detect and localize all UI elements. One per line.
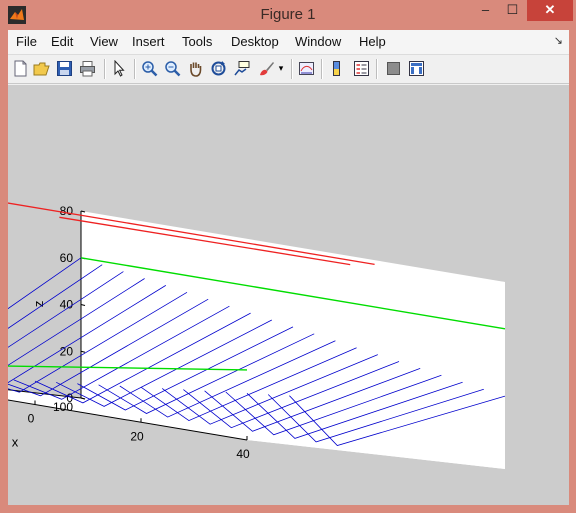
dock-arrow-icon[interactable]: ↘ — [554, 34, 563, 47]
menu-help[interactable]: Help — [359, 34, 386, 49]
menu-desktop[interactable]: Desktop — [231, 34, 279, 49]
print-icon[interactable] — [79, 60, 96, 77]
brush-dropdown-icon[interactable]: ▾ — [276, 60, 286, 77]
pointer-icon[interactable] — [111, 60, 128, 77]
menu-tools[interactable]: Tools — [182, 34, 212, 49]
show-plot-tools-icon[interactable] — [408, 60, 425, 77]
toolbar-separator — [291, 59, 293, 79]
colorbar-icon[interactable] — [329, 60, 346, 77]
toolbar-separator — [104, 59, 106, 79]
rotate-3d-icon[interactable] — [210, 60, 227, 77]
minimize-button[interactable]: – — [472, 0, 499, 21]
z-tick-label: 60 — [60, 251, 74, 265]
data-cursor-icon[interactable] — [233, 60, 250, 77]
menu-file[interactable]: File — [16, 34, 37, 49]
zoom-out-icon[interactable] — [164, 60, 181, 77]
figure-window: Figure 1 – ☐ ✕ File Edit View Insert Too… — [0, 0, 576, 513]
x-tick-label: 0 — [28, 412, 35, 426]
hide-plot-tools-icon[interactable] — [385, 60, 402, 77]
figure-toolbar: ▾ — [8, 55, 569, 84]
save-icon[interactable] — [56, 60, 73, 77]
toolbar-separator — [134, 59, 136, 79]
toolbar-separator — [376, 59, 378, 79]
menu-bar: File Edit View Insert Tools Desktop Wind… — [8, 30, 569, 55]
toolbar-separator — [321, 59, 323, 79]
menu-window[interactable]: Window — [295, 34, 341, 49]
x-axis-label: x — [12, 435, 19, 450]
menu-view[interactable]: View — [90, 34, 118, 49]
x-tick-label: 20 — [130, 429, 144, 443]
new-figure-icon[interactable] — [12, 60, 29, 77]
open-file-icon[interactable] — [33, 60, 50, 77]
plot-3d-axes[interactable]: -40-2002040100500-50-100020406080xyz — [0, 85, 569, 505]
menu-edit[interactable]: Edit — [51, 34, 73, 49]
title-bar[interactable]: Figure 1 – ☐ ✕ — [0, 0, 576, 30]
pan-hand-icon[interactable] — [187, 60, 204, 77]
x-tick-label: 40 — [236, 447, 250, 461]
link-plot-icon[interactable] — [298, 60, 315, 77]
figure-canvas[interactable]: -40-2002040100500-50-100020406080xyz — [0, 85, 569, 505]
z-tick-label: 80 — [60, 204, 74, 218]
legend-icon[interactable] — [353, 60, 370, 77]
menu-insert[interactable]: Insert — [132, 34, 165, 49]
close-button[interactable]: ✕ — [527, 0, 573, 21]
maximize-button[interactable]: ☐ — [499, 0, 526, 21]
brush-icon[interactable] — [258, 60, 275, 77]
figure-client-area: File Edit View Insert Tools Desktop Wind… — [0, 30, 569, 505]
zoom-in-icon[interactable] — [141, 60, 158, 77]
